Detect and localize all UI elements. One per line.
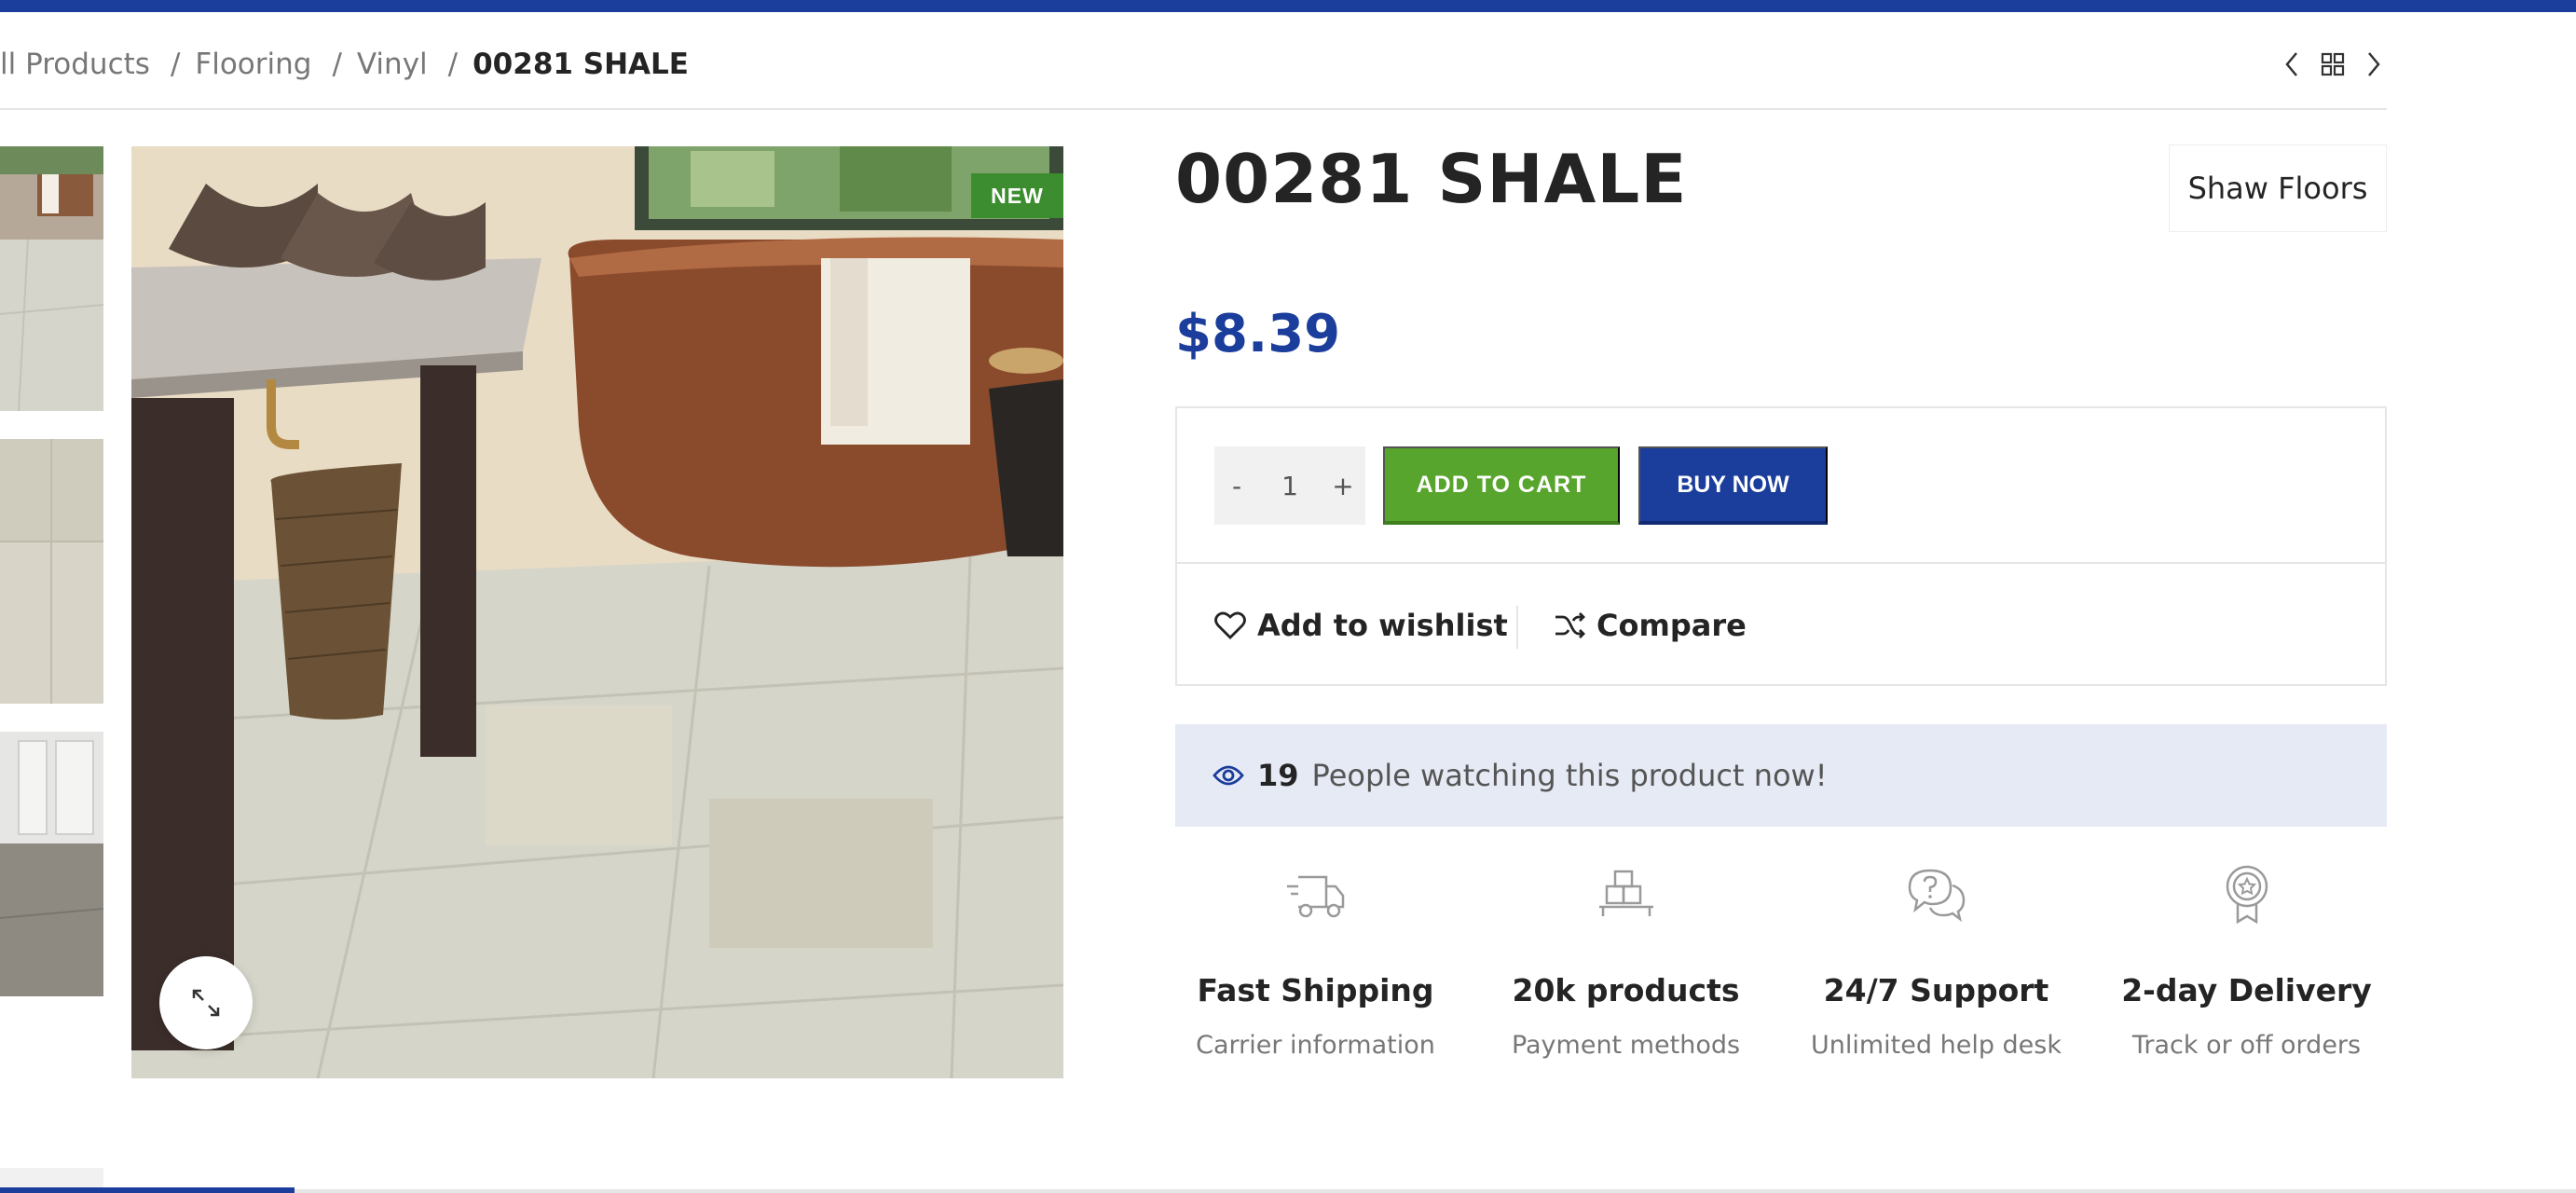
quantity-decrease-button[interactable]: - xyxy=(1214,446,1259,525)
product-thumbnail[interactable] xyxy=(0,146,103,411)
next-product-button[interactable] xyxy=(2362,47,2386,82)
breadcrumb-all-products[interactable]: ll Products xyxy=(0,48,150,81)
award-icon xyxy=(2226,865,2268,925)
feature-title: 24/7 Support xyxy=(1823,972,2049,1008)
eye-icon xyxy=(1213,765,1244,786)
heart-icon xyxy=(1214,611,1246,639)
previous-product-button[interactable] xyxy=(2280,47,2304,82)
feature-title: 20k products xyxy=(1512,972,1740,1008)
top-accent-bar xyxy=(0,0,2576,12)
grid-icon xyxy=(2321,52,2345,76)
feature-title: Fast Shipping xyxy=(1197,972,1434,1008)
feature-subtitle: Track or off orders xyxy=(2131,1031,2362,1060)
breadcrumb: ll Products / Flooring / Vinyl / 00281 S… xyxy=(0,41,689,88)
add-to-wishlist-button[interactable]: Add to wishlist xyxy=(1214,602,1508,649)
breadcrumb-separator: / xyxy=(447,48,459,81)
active-tab-indicator xyxy=(0,1187,295,1193)
feature-products: 20k products Payment methods xyxy=(1471,857,1781,1060)
header-divider xyxy=(0,108,2387,110)
feature-subtitle: Carrier information xyxy=(1196,1031,1435,1060)
quantity-stepper: - 1 + xyxy=(1214,446,1365,525)
boxes-icon xyxy=(1598,870,1653,916)
compare-button[interactable]: Compare xyxy=(1554,602,1747,649)
feature-subtitle: Unlimited help desk xyxy=(1811,1031,2062,1060)
watching-notice: 19 People watching this product now! xyxy=(1175,724,2387,827)
main-product-image[interactable] xyxy=(131,146,1063,1078)
tabs-divider xyxy=(0,1189,2576,1193)
brand-link[interactable]: Shaw Floors xyxy=(2169,144,2387,232)
expand-icon xyxy=(192,989,220,1017)
quantity-input[interactable]: 1 xyxy=(1259,471,1321,501)
compare-label: Compare xyxy=(1596,608,1747,643)
product-navigation xyxy=(2280,47,2386,82)
product-thumbnail[interactable] xyxy=(0,439,103,704)
feature-title: 2-day Delivery xyxy=(2121,972,2372,1008)
product-thumbnail[interactable] xyxy=(0,732,103,996)
bathroom-scene-illustration xyxy=(131,146,1063,1078)
truck-icon xyxy=(1286,875,1344,918)
add-to-cart-button[interactable]: ADD TO CART xyxy=(1383,446,1620,525)
watching-text: People watching this product now! xyxy=(1311,758,1828,793)
feature-delivery: 2-day Delivery Track or off orders xyxy=(2091,857,2402,1060)
chevron-left-icon xyxy=(2285,52,2297,76)
buy-now-button[interactable]: BUY NOW xyxy=(1638,446,1828,525)
breadcrumb-vinyl[interactable]: Vinyl xyxy=(357,48,428,81)
watching-count: 19 xyxy=(1257,758,1299,793)
product-title: 00281 SHALE xyxy=(1175,140,1688,218)
enlarge-image-button[interactable] xyxy=(159,956,253,1049)
feature-support: 24/7 Support Unlimited help desk xyxy=(1781,857,2091,1060)
breadcrumb-separator: / xyxy=(170,48,181,81)
all-products-grid-button[interactable] xyxy=(2321,47,2345,82)
breadcrumb-current: 00281 SHALE xyxy=(473,48,689,81)
actions-separator xyxy=(1516,606,1518,649)
support-chat-icon xyxy=(1908,869,1965,923)
panel-divider xyxy=(1177,562,2385,564)
wishlist-label: Add to wishlist xyxy=(1257,608,1508,643)
breadcrumb-separator: / xyxy=(332,48,342,81)
product-price: $8.39 xyxy=(1175,304,1341,364)
feature-fast-shipping: Fast Shipping Carrier information xyxy=(1160,857,1471,1060)
feature-subtitle: Payment methods xyxy=(1511,1031,1741,1060)
new-badge: NEW xyxy=(971,173,1063,218)
add-to-cart-panel: - 1 + ADD TO CART BUY NOW Add to wishlis… xyxy=(1175,406,2387,686)
breadcrumb-flooring[interactable]: Flooring xyxy=(195,48,311,81)
shuffle-icon xyxy=(1555,612,1585,638)
chevron-right-icon xyxy=(2368,52,2380,76)
quantity-increase-button[interactable]: + xyxy=(1321,446,1365,525)
